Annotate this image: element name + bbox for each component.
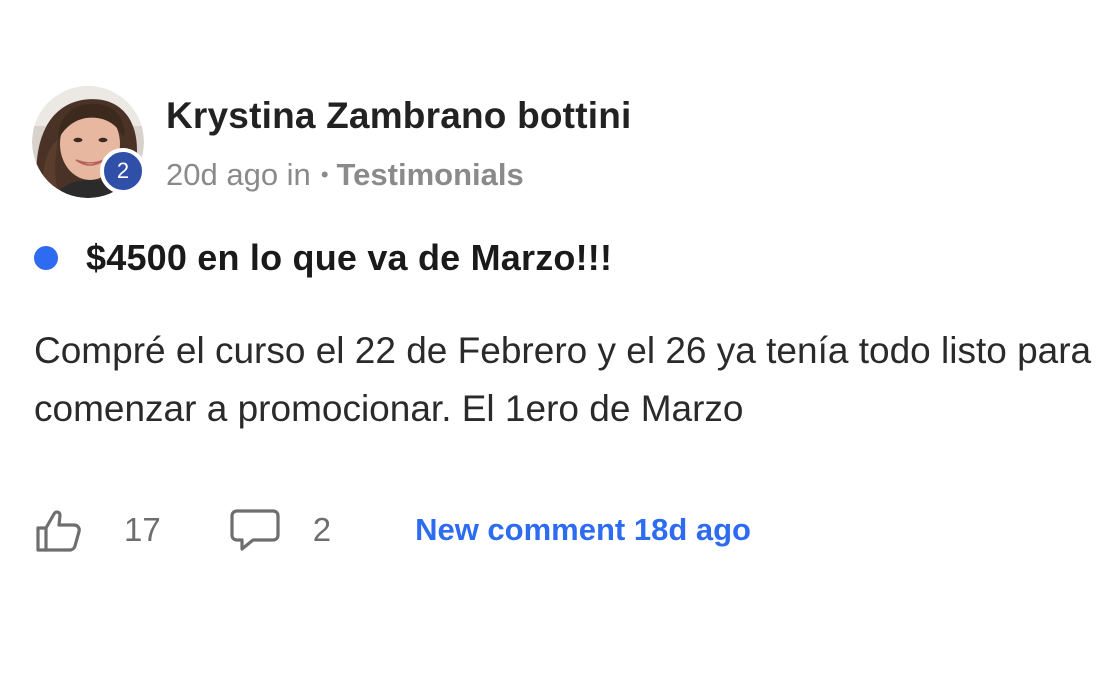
meta-separator: •	[320, 162, 329, 187]
post-title-row[interactable]: $4500 en lo que va de Marzo!!!	[34, 237, 612, 279]
unread-dot-icon	[34, 246, 58, 270]
new-comment-link[interactable]: New comment 18d ago	[415, 512, 751, 548]
level-badge-number: 2	[116, 158, 130, 183]
post-time: 20d ago in	[166, 157, 311, 192]
author-avatar-container[interactable]: 2	[32, 86, 146, 198]
category-link[interactable]: Testimonials	[337, 157, 524, 193]
post-footer: 17 2 New comment 18d ago	[34, 503, 751, 557]
post-body: Compré el curso el 22 de Febrero y el 26…	[34, 330, 1092, 429]
comment-bubble-icon	[230, 509, 280, 551]
like-count: 17	[124, 511, 161, 548]
level-badge: 2	[100, 148, 146, 194]
post-meta: 20d ago in • Testimonials	[166, 157, 524, 193]
thumbs-up-icon	[36, 510, 81, 552]
author-name[interactable]: Krystina Zambrano bottini	[166, 95, 631, 137]
like-button[interactable]: 17	[34, 507, 161, 553]
post-title[interactable]: $4500 en lo que va de Marzo!!!	[86, 237, 612, 279]
post-card: 2 Krystina Zambrano bottini 20d ago in •…	[0, 0, 1110, 700]
comment-button[interactable]: 2	[229, 507, 331, 553]
comment-count: 2	[312, 511, 332, 548]
